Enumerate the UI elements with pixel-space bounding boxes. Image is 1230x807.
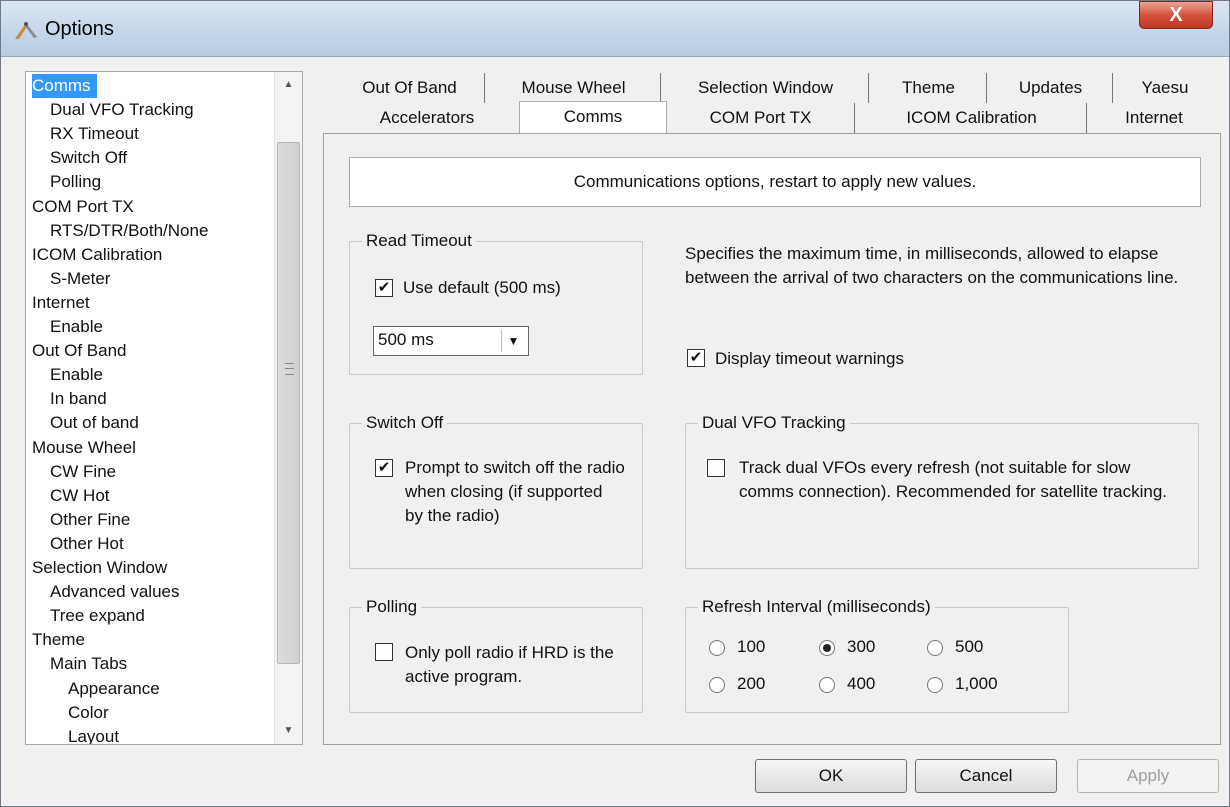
tree-item[interactable]: RTS/DTR/Both/None [50, 219, 208, 243]
scroll-down-icon[interactable]: ▼ [275, 718, 302, 744]
refresh-500-label: 500 [955, 637, 984, 656]
tree-item[interactable]: Color [68, 701, 109, 725]
checkmark-icon: ✔ [377, 459, 391, 476]
group-title: Dual VFO Tracking [698, 412, 850, 434]
use-default-checkbox[interactable]: ✔ [375, 279, 393, 297]
tree-item[interactable]: Tree expand [50, 604, 145, 628]
refresh-200-label: 200 [737, 674, 766, 693]
use-default-label: Use default (500 ms) [403, 278, 561, 297]
ok-button[interactable]: OK [755, 759, 907, 793]
close-icon: X [1169, 4, 1183, 26]
cancel-button[interactable]: Cancel [915, 759, 1057, 793]
prompt-switch-off-checkbox[interactable]: ✔ [375, 459, 393, 477]
tree-item[interactable]: Appearance [68, 677, 160, 701]
refresh-100-label: 100 [737, 637, 766, 656]
tree-scrollbar[interactable]: ▲ ▼ [274, 72, 302, 744]
timeout-dropdown[interactable]: 500 ms ▼ [373, 326, 529, 356]
display-warnings-checkbox[interactable]: ✔ [687, 349, 705, 367]
refresh-1000-label: 1,000 [955, 674, 998, 693]
refresh-400-label: 400 [847, 674, 876, 693]
window-title: Options [45, 18, 114, 40]
tree-item[interactable]: RX Timeout [50, 122, 139, 146]
tab-theme[interactable]: Theme [871, 73, 987, 103]
tree-item[interactable]: Theme [32, 628, 85, 652]
tree-item[interactable]: Other Hot [50, 532, 124, 556]
tree-item[interactable]: Out of band [50, 411, 139, 435]
group-title: Read Timeout [362, 230, 476, 252]
tab-com-port-tx[interactable]: COM Port TX [667, 103, 855, 133]
tree-item[interactable]: Other Fine [50, 508, 130, 532]
refresh-300-label: 300 [847, 637, 876, 656]
tab-selection-window[interactable]: Selection Window [663, 73, 869, 103]
tree-item[interactable]: S-Meter [50, 267, 110, 291]
tree-item[interactable]: Dual VFO Tracking [50, 98, 194, 122]
tab-yaesu[interactable]: Yaesu [1115, 73, 1215, 103]
chevron-down-icon[interactable]: ▼ [501, 330, 525, 352]
options-window: Options X Comms Dual VFO Tracking RX Timeo… [0, 0, 1230, 807]
track-dual-vfo-label: Track dual VFOs every refresh (not suita… [739, 458, 1168, 501]
scroll-up-icon[interactable]: ▲ [275, 72, 302, 98]
group-title: Refresh Interval (milliseconds) [698, 596, 935, 618]
group-title: Polling [362, 596, 422, 618]
apply-button[interactable]: Apply [1077, 759, 1219, 793]
checkmark-icon: ✔ [377, 279, 391, 296]
tab-internet[interactable]: Internet [1089, 103, 1219, 133]
only-poll-checkbox[interactable] [375, 643, 393, 661]
app-icon [15, 22, 37, 39]
track-dual-vfo-checkbox[interactable] [707, 459, 725, 477]
tree-item[interactable]: Polling [50, 170, 101, 194]
tree-item[interactable]: Advanced values [50, 580, 179, 604]
tree-item[interactable]: Switch Off [50, 146, 127, 170]
timeout-description: Specifies the maximum time, in milliseco… [685, 244, 1179, 287]
refresh-500-radio[interactable] [927, 640, 943, 656]
tree-item[interactable]: Selection Window [32, 556, 167, 580]
refresh-200-radio[interactable] [709, 677, 725, 693]
refresh-interval-group: Refresh Interval (milliseconds) [685, 596, 1069, 713]
tree-item[interactable]: ICOM Calibration [32, 243, 162, 267]
tree-item[interactable]: COM Port TX [32, 195, 134, 219]
refresh-1000-radio[interactable] [927, 677, 943, 693]
info-banner: Communications options, restart to apply… [349, 157, 1201, 207]
tree-item[interactable]: Main Tabs [50, 652, 127, 676]
tab-updates[interactable]: Updates [989, 73, 1113, 103]
tab-comms[interactable]: Comms [519, 101, 667, 133]
tree-item[interactable]: Enable [50, 315, 103, 339]
options-tree[interactable]: Comms Dual VFO Tracking RX Timeout Switch O… [25, 71, 303, 745]
scroll-thumb[interactable] [277, 142, 300, 664]
grip-icon [285, 363, 294, 375]
tree-item[interactable]: Enable [50, 363, 103, 387]
group-title: Switch Off [362, 412, 448, 434]
tree-item[interactable]: CW Hot [50, 484, 110, 508]
display-warnings-label: Display timeout warnings [715, 349, 904, 368]
tree-item[interactable]: Mouse Wheel [32, 436, 136, 460]
refresh-100-radio[interactable] [709, 640, 725, 656]
tab-mouse-wheel[interactable]: Mouse Wheel [487, 73, 661, 103]
tab-out-of-band[interactable]: Out Of Band [335, 73, 485, 103]
refresh-300-radio[interactable] [819, 640, 835, 656]
title-bar[interactable]: Options X [1, 1, 1229, 57]
close-button[interactable]: X [1139, 1, 1213, 29]
prompt-switch-off-label: Prompt to switch off the radio when clos… [405, 458, 625, 525]
tab-accelerators[interactable]: Accelerators [335, 103, 519, 133]
tree-item[interactable]: Comms [32, 74, 97, 98]
only-poll-label: Only poll radio if HRD is the active pro… [405, 643, 614, 686]
tree-item[interactable]: Internet [32, 291, 90, 315]
checkmark-icon: ✔ [689, 349, 703, 366]
refresh-400-radio[interactable] [819, 677, 835, 693]
tree-item[interactable]: Out Of Band [32, 339, 127, 363]
tab-icom-calibration[interactable]: ICOM Calibration [857, 103, 1087, 133]
tree-item[interactable]: CW Fine [50, 460, 116, 484]
tree-item[interactable]: In band [50, 387, 107, 411]
dropdown-value: 500 ms [378, 330, 434, 349]
tree-item[interactable]: Layout [68, 725, 119, 744]
